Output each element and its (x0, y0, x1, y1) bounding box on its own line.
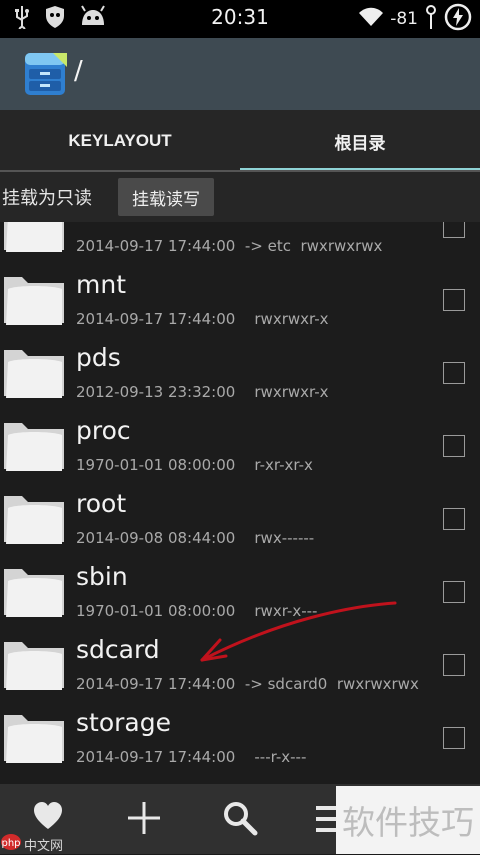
list-item[interactable]: proc 1970-01-01 08:00:00 r-xr-xr-x (0, 408, 480, 481)
select-checkbox[interactable] (443, 435, 465, 457)
watermark-small: php 中文网 (0, 834, 63, 854)
menu-icon[interactable] (316, 806, 338, 836)
file-name: proc (76, 416, 131, 445)
file-date: 2014-09-08 08:44:00 (76, 529, 236, 547)
file-date: 2014-09-17 17:44:00 (76, 310, 236, 328)
action-bar: / (0, 38, 480, 110)
select-checkbox[interactable] (443, 508, 465, 530)
file-meta: 2014-09-17 17:44:00 ---r-x--- (76, 748, 306, 766)
list-item[interactable]: mnt 2014-09-17 17:44:00 rwxrwxr-x (0, 262, 480, 335)
file-name: pds (76, 343, 121, 372)
list-item[interactable]: etc 2014-09-17 17:44:00 -> etc rwxrwxrwx (0, 222, 480, 262)
current-path: / (74, 56, 83, 86)
file-date: 2014-09-17 17:44:00 (76, 675, 236, 693)
file-date: 1970-01-01 08:00:00 (76, 456, 236, 474)
file-meta: 2014-09-17 17:44:00 -> etc rwxrwxrwx (76, 237, 382, 255)
file-meta: 2014-09-08 08:44:00 rwx------ (76, 529, 314, 547)
watermark: 软件技巧 (336, 786, 480, 854)
file-meta: 2014-09-17 17:44:00 rwxrwxr-x (76, 310, 329, 328)
file-name: storage (76, 708, 171, 737)
watermark-logo-icon: php (0, 833, 22, 855)
watermark-small-text: 中文网 (24, 838, 64, 854)
tab-bar: KEYLAYOUT 根目录 (0, 110, 480, 172)
file-meta: 2014-09-17 17:44:00 -> sdcard0 rwxrwxrwx (76, 675, 419, 693)
status-bar: 20:31 -81 (0, 0, 480, 38)
file-name: sdcard (76, 635, 160, 664)
list-item[interactable]: storage 2014-09-17 17:44:00 ---r-x--- (0, 700, 480, 773)
select-checkbox[interactable] (443, 654, 465, 676)
file-meta: 2012-09-13 23:32:00 rwxrwxr-x (76, 383, 329, 401)
status-indicators: -81 (358, 3, 472, 36)
file-info: ---r-x--- (254, 748, 307, 766)
favorite-icon[interactable] (32, 800, 64, 836)
file-info: -> etc rwxrwxrwx (244, 237, 383, 255)
tab-keylayout[interactable]: KEYLAYOUT (0, 110, 240, 172)
folder-icon (2, 267, 66, 333)
svg-text:php: php (1, 838, 20, 849)
mount-bar: 挂载为只读 挂载读写 (0, 172, 480, 222)
annotation-arrow (200, 601, 397, 662)
tab-root-directory[interactable]: 根目录 (240, 110, 480, 172)
file-list[interactable]: etc 2014-09-17 17:44:00 -> etc rwxrwxrwx… (0, 222, 480, 784)
folder-icon (2, 340, 66, 406)
folder-icon (2, 705, 66, 771)
folder-icon (2, 486, 66, 552)
file-meta: 1970-01-01 08:00:00 r-xr-xr-x (76, 456, 313, 474)
file-date: 2014-09-17 17:44:00 (76, 237, 236, 255)
mount-read-write-button[interactable]: 挂载读写 (118, 178, 214, 216)
battery-charging-icon (444, 3, 472, 36)
mount-status-label: 挂载为只读 (2, 188, 92, 209)
select-checkbox[interactable] (443, 289, 465, 311)
select-checkbox[interactable] (443, 727, 465, 749)
signal-icon (424, 4, 438, 35)
file-date: 2014-09-17 17:44:00 (76, 748, 236, 766)
add-icon[interactable] (126, 800, 162, 840)
select-checkbox[interactable] (443, 581, 465, 603)
file-info: rwx------ (254, 529, 315, 547)
select-checkbox[interactable] (443, 222, 465, 238)
file-name: root (76, 489, 127, 518)
file-info: -> sdcard0 rwxrwxrwx (244, 675, 419, 693)
file-info: r-xr-xr-x (254, 456, 313, 474)
select-checkbox[interactable] (443, 362, 465, 384)
folder-icon (2, 222, 66, 260)
folder-icon (2, 413, 66, 479)
file-info: rwxrwxr-x (254, 310, 329, 328)
wifi-icon (358, 7, 384, 32)
file-info: rwxrwxr-x (254, 383, 329, 401)
search-icon[interactable] (222, 800, 258, 840)
folder-icon (2, 559, 66, 625)
folder-icon (2, 632, 66, 698)
signal-strength-text: -81 (390, 9, 418, 29)
file-name: sbin (76, 562, 128, 591)
file-name: mnt (76, 270, 126, 299)
file-date: 2012-09-13 23:32:00 (76, 383, 236, 401)
root-explorer-app-icon[interactable] (22, 51, 68, 101)
file-name: etc (76, 222, 115, 226)
list-item[interactable]: pds 2012-09-13 23:32:00 rwxrwxr-x (0, 335, 480, 408)
list-item[interactable]: root 2014-09-08 08:44:00 rwx------ (0, 481, 480, 554)
